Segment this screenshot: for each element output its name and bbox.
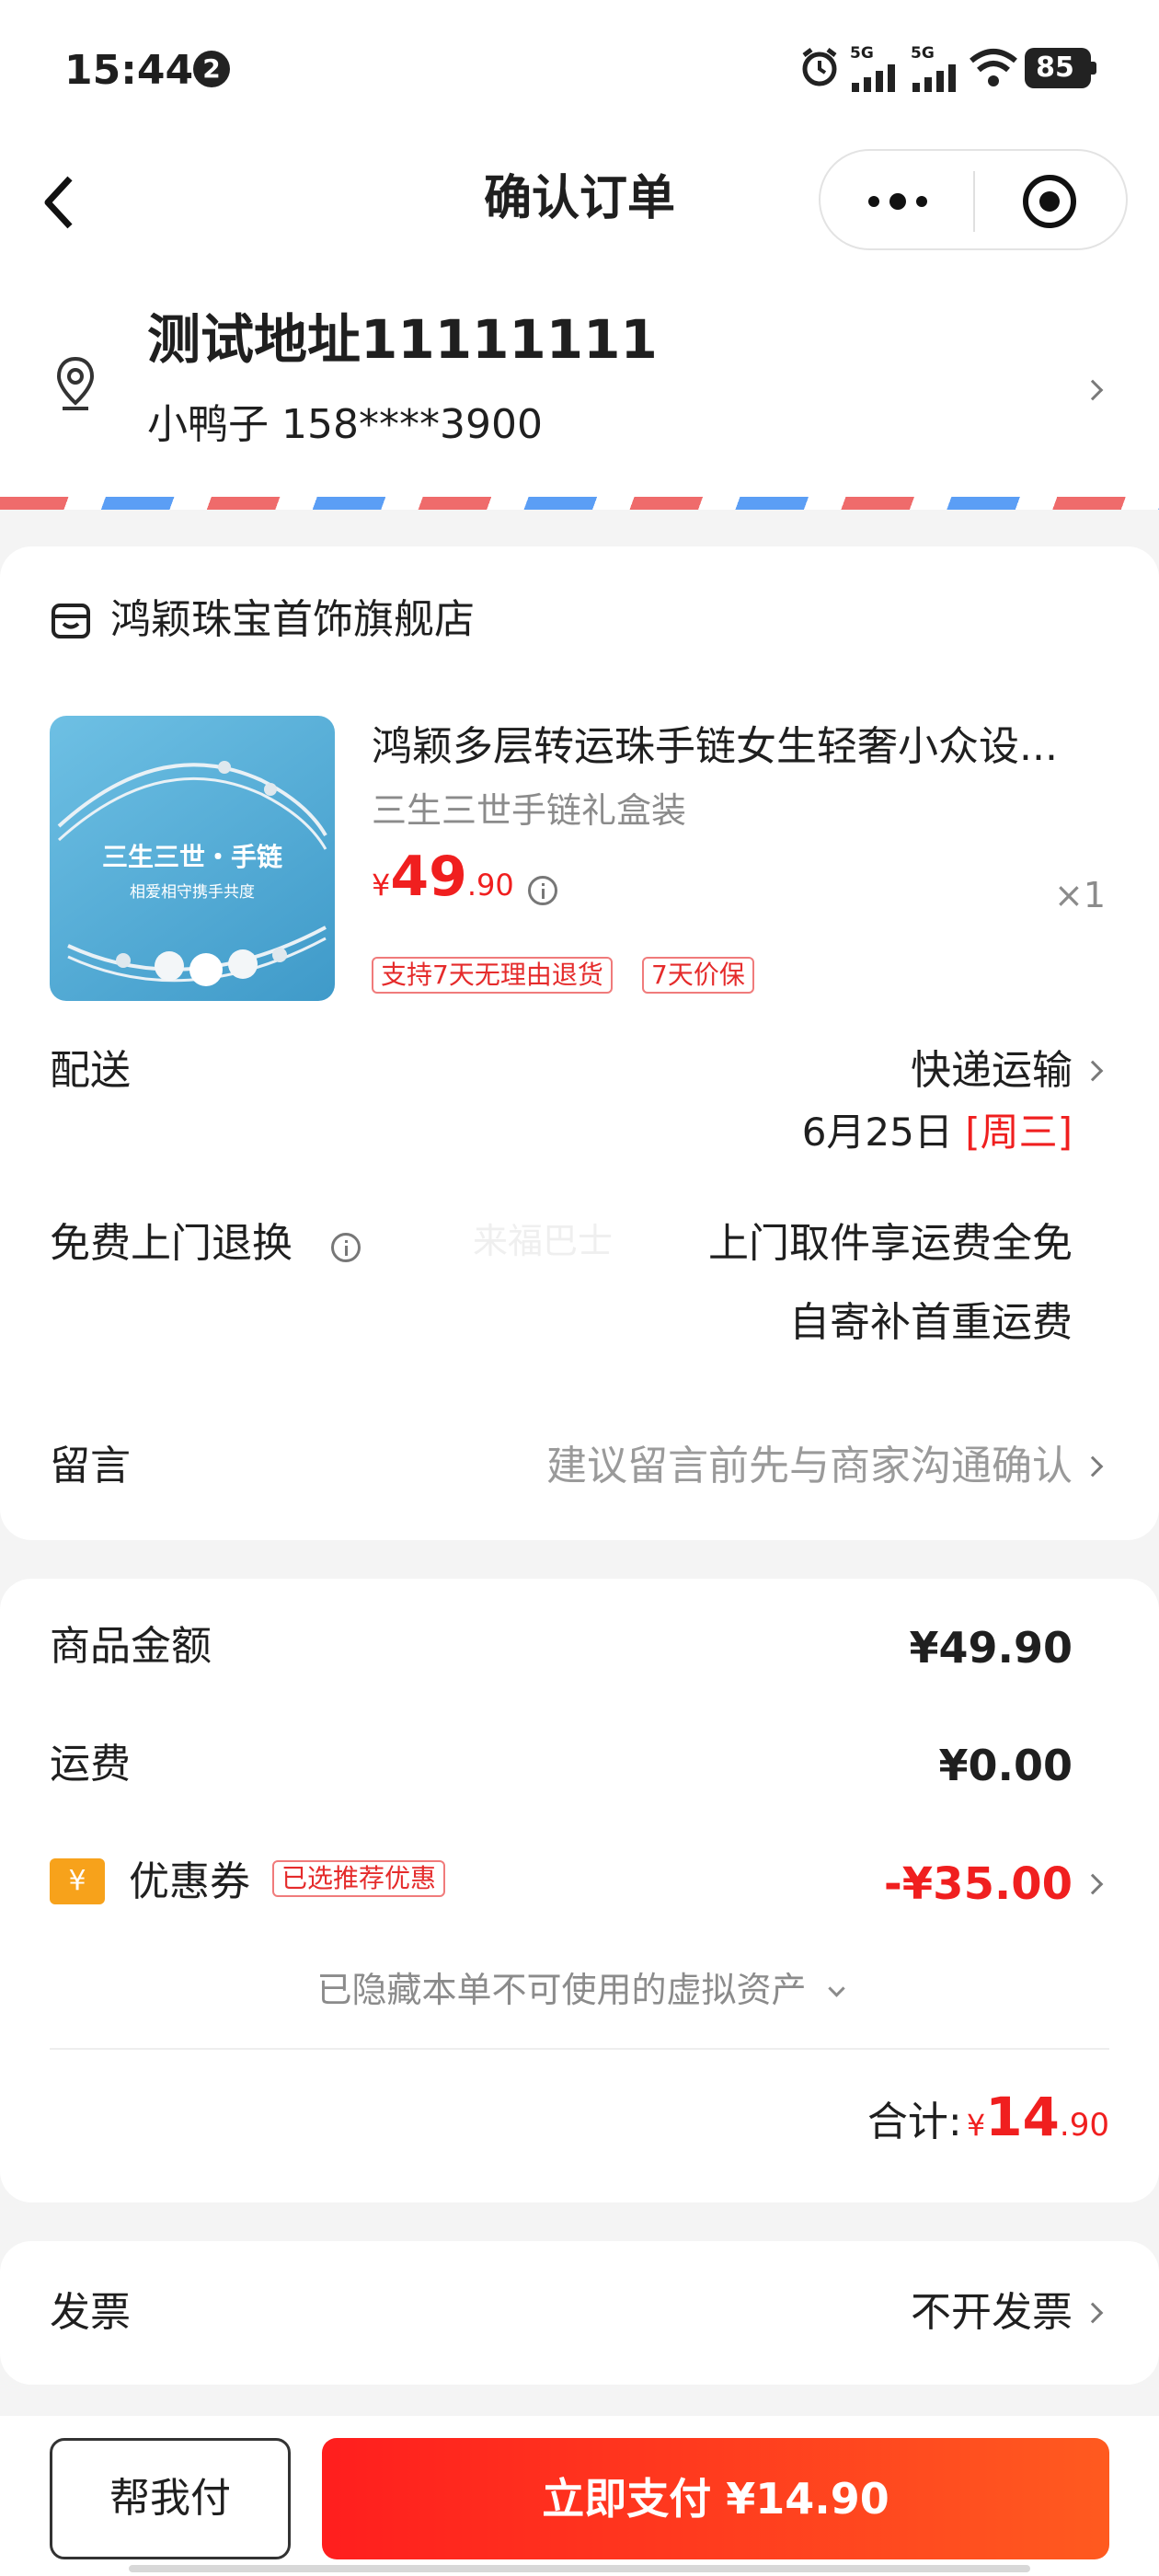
product-quantity: ×1 [1054,875,1107,915]
invoice-chevron-icon [1082,2302,1104,2324]
goods-amount-label: 商品金额 [50,1623,212,1670]
delivery-method[interactable]: 快递运输 [911,1051,1073,1091]
mini-program-capsule [819,149,1128,250]
product-spec: 三生三世手链礼盒装 [372,790,687,831]
store-card: 鸿颖珠宝首饰旗舰店 三生三世・手链 相爱相守携手共度 鸿颖多层转运珠手链女生轻奢… [0,546,1159,1540]
price-info-icon[interactable] [528,876,557,905]
shipping-value: ¥0.00 [938,1741,1073,1790]
coupon-value[interactable]: -¥35.00 [884,1862,1073,1906]
summary-divider [50,2048,1109,2050]
product-price: ¥49.90 [372,845,514,909]
address-contact: 小鸭子 158****3900 [147,401,543,448]
signal-1-label: 5G [850,44,874,63]
home-indicator [129,2565,1030,2572]
pay-now-button[interactable]: 立即支付 ¥14.90 [322,2438,1109,2559]
product-image-subtitle: 相爱相守携手共度 [130,883,255,902]
product-image[interactable]: 三生三世・手链 相爱相守携手共度 [50,716,335,1001]
invoice-value: 不开发票 [911,2289,1073,2336]
signal-2-icon [912,64,956,92]
address-border-stripe [0,497,1159,510]
address-chevron-icon [1082,379,1104,401]
summary-card: 商品金额 ¥49.90 运费 ¥0.00 ¥ 优惠券 已选推荐优惠 -¥35.0… [0,1579,1159,2202]
signal-2-label: 5G [911,44,935,63]
coupon-label: 优惠券 [129,1858,250,1905]
chevron-down-icon [827,1980,845,1997]
delivery-chevron-icon [1082,1060,1104,1082]
coupon-recommended-tag: 已选推荐优惠 [272,1860,446,1897]
total-amount: 合计: ¥14.90 [866,2086,1109,2148]
goods-amount-value: ¥49.90 [909,1623,1073,1673]
hidden-assets-toggle[interactable]: 已隐藏本单不可使用的虚拟资产 [0,1972,1159,2007]
help-pay-button[interactable]: 帮我付 [50,2438,291,2559]
product-title[interactable]: 鸿颖多层转运珠手链女生轻奢小众设... [372,727,1058,767]
return-line-2: 自寄补首重运费 [789,1299,1073,1346]
delivery-label: 配送 [50,1047,131,1094]
free-return-label: 免费上门退换 [50,1220,293,1267]
shop-icon [52,604,90,638]
nav-bar: 确认订单 [0,138,1159,267]
alarm-icon [802,48,837,86]
tag-7day-return: 支持7天无理由退货 [372,957,613,994]
invoice-card[interactable]: 发票 不开发票 [0,2241,1159,2385]
message-input[interactable]: 建议留言前先与商家沟通确认 [546,1446,1073,1487]
notification-badge: 2 [193,51,230,87]
address-section[interactable]: 测试地址11111111 小鸭子 158****3900 [0,267,1159,497]
status-bar: 15:44 2 5G 5G 85 [0,0,1159,138]
location-pin-icon [56,356,95,410]
address-title: 测试地址11111111 [147,308,658,371]
return-line-1: 上门取件享运费全免 [708,1220,1073,1267]
more-dots-icon[interactable] [865,188,931,215]
store-name[interactable]: 鸿颖珠宝首饰旗舰店 [110,600,475,640]
watermark-text: 来福巴士 [473,1221,614,1261]
battery-icon: 85 [1025,48,1096,88]
record-circle-icon[interactable] [1021,173,1078,230]
delivery-date: 6月25日 [周三] [801,1110,1073,1155]
wifi-icon [970,49,1017,86]
capsule-divider [973,171,975,232]
status-time: 15:44 [64,47,194,94]
product-image-title: 三生三世・手链 [101,842,282,872]
tag-price-protect: 7天价保 [642,957,754,994]
message-chevron-icon [1082,1455,1104,1478]
coupon-chevron-icon [1082,1873,1104,1895]
coupon-icon: ¥ [50,1858,105,1904]
signal-1-icon [852,64,895,92]
message-label: 留言 [50,1443,131,1489]
return-info-icon[interactable] [331,1233,361,1262]
battery-level: 85 [1036,52,1074,84]
shipping-label: 运费 [50,1741,131,1788]
invoice-label: 发票 [50,2289,131,2336]
footer-bar: 帮我付 立即支付 ¥14.90 [0,2416,1159,2576]
